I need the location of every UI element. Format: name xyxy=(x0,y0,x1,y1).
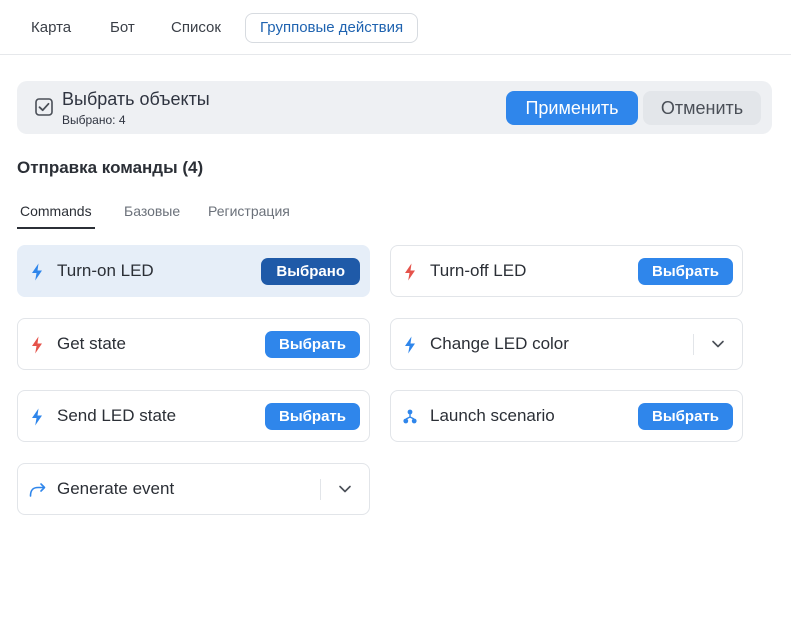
bolt-icon xyxy=(32,263,42,281)
command-card-turn-on-led[interactable]: Turn-on LED Выбрано xyxy=(17,245,370,297)
selection-bar: Выбрать объекты Выбрано: 4 Применить Отм… xyxy=(17,81,772,134)
command-card-launch-scenario[interactable]: Launch scenario Выбрать xyxy=(390,390,743,442)
command-card-get-state[interactable]: Get state Выбрать xyxy=(17,318,370,370)
tab-map[interactable]: Карта xyxy=(31,13,71,43)
tab-bot[interactable]: Бот xyxy=(110,13,135,43)
command-card-send-led-state[interactable]: Send LED state Выбрать xyxy=(17,390,370,442)
select-button[interactable]: Выбрать xyxy=(638,258,733,285)
tab-group-actions[interactable]: Групповые действия xyxy=(245,13,419,43)
bolt-icon xyxy=(405,263,415,281)
command-card-turn-off-led[interactable]: Turn-off LED Выбрать xyxy=(390,245,743,297)
bolt-icon xyxy=(32,336,42,354)
selection-count: Выбрано: 4 xyxy=(62,113,126,127)
chevron-down-icon[interactable] xyxy=(711,338,725,350)
bolt-icon xyxy=(32,408,42,426)
command-label: Launch scenario xyxy=(430,406,555,425)
command-label: Generate event xyxy=(57,479,175,498)
top-nav: Карта Бот Список Групповые действия xyxy=(0,0,791,55)
command-subtabs: Commands Базовые Регистрация xyxy=(17,199,777,231)
command-label: Turn-off LED xyxy=(430,261,527,280)
apply-button[interactable]: Применить xyxy=(506,91,638,125)
selected-button[interactable]: Выбрано xyxy=(261,258,360,285)
command-label: Turn-on LED xyxy=(57,261,154,280)
command-card-generate-event[interactable]: Generate event xyxy=(17,463,370,515)
bolt-icon xyxy=(405,336,415,354)
select-button[interactable]: Выбрать xyxy=(265,331,360,358)
subtab-registration[interactable]: Регистрация xyxy=(208,203,290,219)
command-card-change-led-color[interactable]: Change LED color xyxy=(390,318,743,370)
scenario-icon xyxy=(403,409,417,424)
divider xyxy=(693,334,694,355)
cancel-button[interactable]: Отменить xyxy=(643,91,761,125)
subtab-commands[interactable]: Commands xyxy=(17,203,95,229)
divider xyxy=(320,479,321,500)
command-label: Send LED state xyxy=(57,406,177,425)
command-label: Change LED color xyxy=(430,334,569,353)
select-button[interactable]: Выбрать xyxy=(638,403,733,430)
event-arrow-icon xyxy=(29,483,46,497)
selection-title: Выбрать объекты xyxy=(62,89,210,109)
section-title: Отправка команды (4) xyxy=(17,158,204,177)
select-button[interactable]: Выбрать xyxy=(265,403,360,430)
subtab-basic[interactable]: Базовые xyxy=(124,203,180,219)
command-label: Get state xyxy=(57,334,126,353)
checkbox-checked-icon[interactable] xyxy=(35,98,53,116)
chevron-down-icon[interactable] xyxy=(338,483,352,495)
tab-list[interactable]: Список xyxy=(171,13,221,43)
